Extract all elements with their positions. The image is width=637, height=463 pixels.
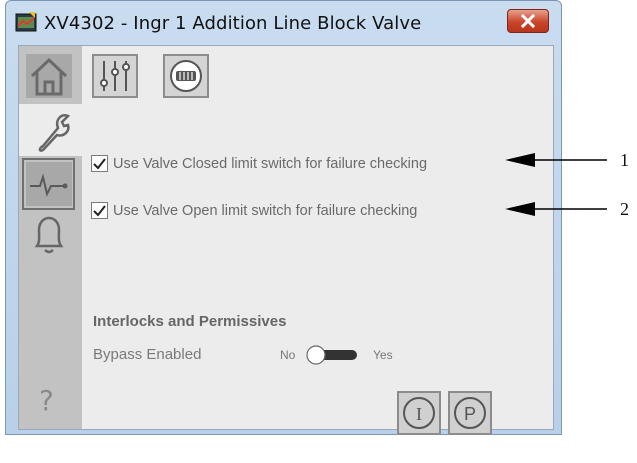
callout-arrow-1: [505, 153, 607, 167]
callout-layer: [505, 153, 607, 216]
callout-arrow-2: [505, 202, 607, 216]
callout-number-2: 2: [620, 199, 629, 219]
callout-number-1: 1: [620, 150, 629, 170]
